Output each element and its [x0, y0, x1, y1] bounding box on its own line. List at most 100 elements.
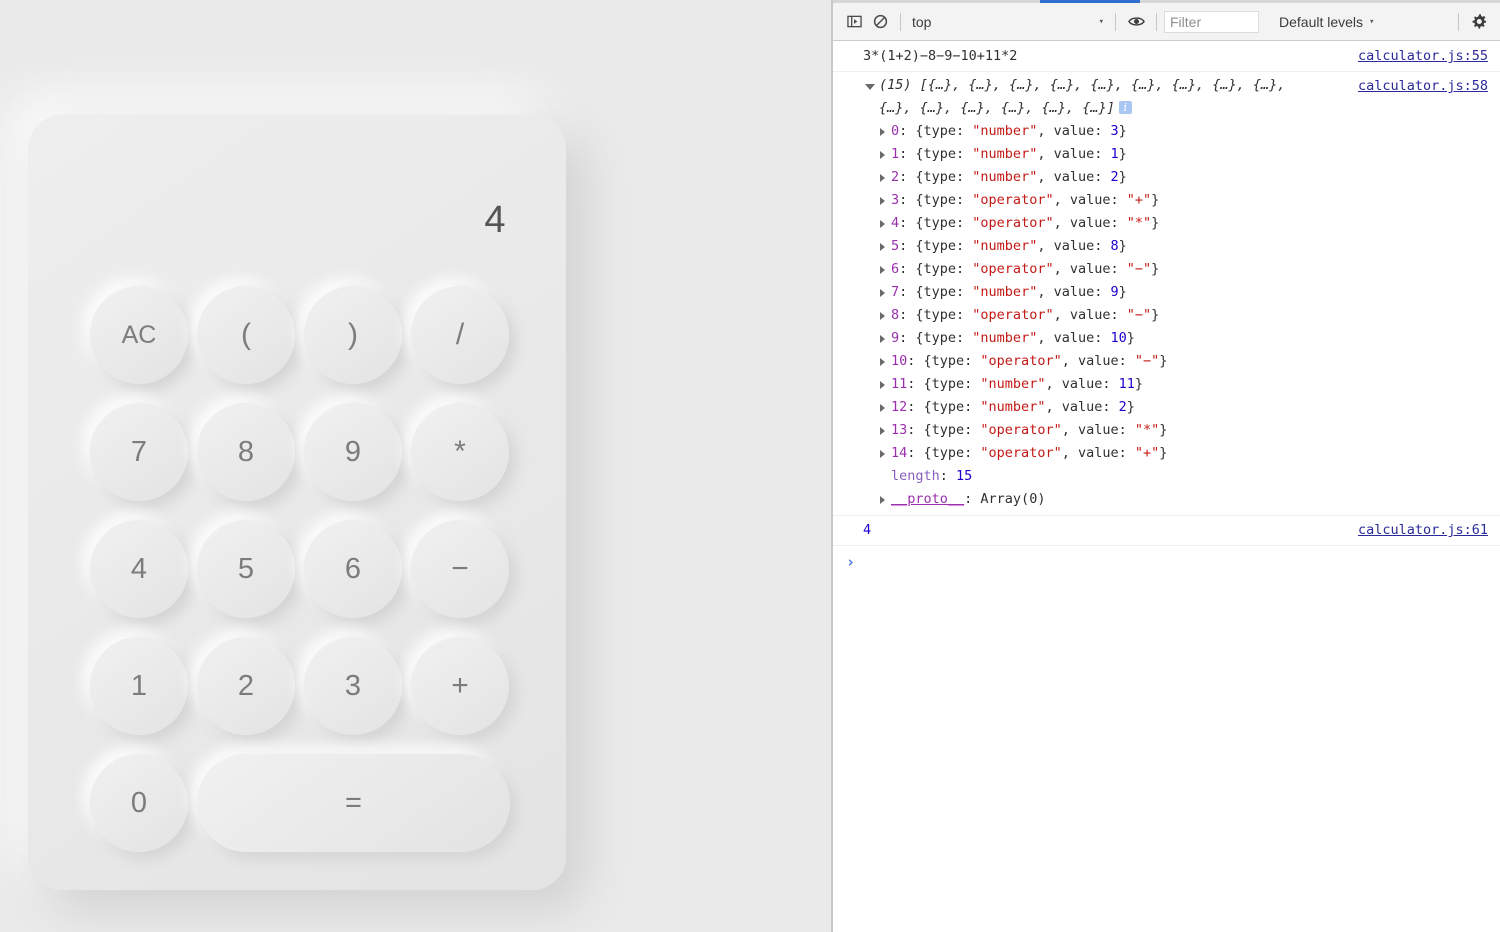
property-value: 10 [1110, 330, 1127, 346]
property-separator: , value: [1037, 238, 1111, 254]
property-brace: } [1118, 146, 1127, 162]
property-type-value: "operator" [980, 445, 1062, 461]
property-separator: : {type: [899, 123, 973, 139]
disclosure-triangle-icon[interactable] [880, 450, 885, 458]
key-6[interactable]: 6 [304, 520, 402, 618]
toolbar-divider-4 [1458, 12, 1459, 31]
console-messages: 3*(1+2)−8−9−10+11*2 calculator.js:55 cal… [833, 42, 1500, 932]
key-4[interactable]: 4 [90, 520, 188, 618]
sidebar-toggle-icon[interactable] [841, 9, 867, 35]
property-separator: : {type: [899, 146, 973, 162]
disclosure-triangle-icon[interactable] [880, 496, 885, 504]
property-brace: } [1134, 376, 1144, 392]
object-property-row: 1: {type: "number", value: 1} [833, 143, 1500, 166]
calculator-key-row: 4 5 6− [90, 517, 510, 621]
eye-icon[interactable] [1123, 9, 1149, 35]
key-ac[interactable]: AC [90, 286, 188, 384]
key-8[interactable]: 8 [197, 403, 295, 501]
property-separator: , value: [1053, 261, 1127, 277]
console-prompt[interactable]: › [833, 546, 1500, 576]
chevron-down-icon: ▾ [1369, 16, 1375, 27]
property-index: 14 [891, 445, 908, 461]
toolbar-divider-1 [900, 12, 901, 31]
key-close-paren[interactable]: ) [304, 286, 402, 384]
filter-input[interactable] [1164, 10, 1259, 33]
disclosure-triangle-icon[interactable] [880, 151, 885, 159]
key-9[interactable]: 9 [304, 403, 402, 501]
disclosure-triangle-icon[interactable] [880, 335, 885, 343]
execution-context-select[interactable]: top ▾ [908, 10, 1108, 34]
property-value: 1 [1110, 146, 1119, 162]
object-property-row: 12: {type: "number", value: 2} [833, 396, 1500, 419]
calculator-page: 4 AC()/ 7 8 9 * 4 5 6− 1 2 3 +0 = [0, 0, 831, 932]
disclosure-triangle-icon[interactable] [880, 427, 885, 435]
disclosure-triangle-icon[interactable] [880, 381, 885, 389]
toolbar-divider-2 [1115, 12, 1116, 31]
property-brace: } [1159, 422, 1168, 438]
property-separator: , value: [1037, 123, 1111, 139]
clear-console-icon[interactable] [867, 9, 893, 35]
object-property-row: 6: {type: "operator", value: "−"} [833, 258, 1500, 281]
object-summary[interactable]: (15) [{…}, {…}, {…}, {…}, {…}, {…}, {…},… [833, 74, 1500, 120]
property-separator: : {type: [899, 261, 973, 277]
console-source-link[interactable]: calculator.js:61 [1358, 519, 1488, 542]
disclosure-triangle-icon[interactable] [880, 174, 885, 182]
calculator-key-row: AC() / [90, 283, 510, 387]
disclosure-triangle-icon[interactable] [880, 197, 885, 205]
property-separator: , value: [1053, 215, 1127, 231]
object-property-row: 4: {type: "operator", value: "*"} [833, 212, 1500, 235]
key-add[interactable]: + [411, 637, 509, 735]
property-index: 2 [891, 169, 900, 185]
object-property-row: 7: {type: "number", value: 9} [833, 281, 1500, 304]
property-brace: } [1151, 307, 1160, 323]
property-index: 9 [891, 330, 900, 346]
key-subtract[interactable]: − [411, 520, 509, 618]
property-separator: : {type: [899, 238, 973, 254]
key-5[interactable]: 5 [197, 520, 295, 618]
execution-context-value: top [912, 13, 932, 30]
key-equals[interactable]: = [197, 754, 510, 852]
disclosure-triangle-icon[interactable] [880, 358, 885, 366]
console-result-value: 4 [863, 522, 872, 538]
property-brace: } [1151, 261, 1160, 277]
key-3[interactable]: 3 [304, 637, 402, 735]
property-index: 12 [891, 399, 908, 415]
property-separator: : {type: [907, 376, 981, 392]
key-0[interactable]: 0 [90, 754, 188, 852]
disclosure-triangle-icon[interactable] [880, 312, 885, 320]
property-index: 1 [891, 146, 900, 162]
object-summary-body: [{…}, {…}, {…}, {…}, {…}, {…}, {…}, {…},… [879, 77, 1286, 116]
property-separator: , value: [1061, 445, 1135, 461]
property-value: "*" [1126, 215, 1152, 231]
disclosure-triangle-icon[interactable] [880, 220, 885, 228]
property-index: 13 [891, 422, 908, 438]
property-value: "−" [1126, 261, 1152, 277]
key-divide[interactable]: / [411, 286, 509, 384]
log-levels-select[interactable]: Default levels ▾ [1279, 14, 1378, 30]
disclosure-triangle-icon[interactable] [880, 243, 885, 251]
property-value: 9 [1110, 284, 1119, 300]
property-separator: : {type: [899, 307, 973, 323]
info-badge-icon[interactable]: i [1118, 101, 1132, 114]
proto-separator: : [964, 491, 981, 507]
key-1[interactable]: 1 [90, 637, 188, 735]
console-message-result: 4 calculator.js:61 [833, 516, 1500, 546]
property-value: 2 [1118, 399, 1127, 415]
property-type-value: "operator" [972, 261, 1054, 277]
property-type-value: "number" [972, 238, 1038, 254]
disclosure-triangle-icon[interactable] [880, 128, 885, 136]
calculator-keypad: AC()/ 7 8 9 * 4 5 6− 1 2 3 +0 = [90, 283, 510, 868]
proto-value: Array(0) [980, 491, 1046, 507]
key-open-paren[interactable]: ( [197, 286, 295, 384]
property-value: 2 [1110, 169, 1119, 185]
gear-icon[interactable] [1466, 9, 1492, 35]
disclosure-triangle-icon[interactable] [880, 404, 885, 412]
disclosure-triangle-icon[interactable] [880, 289, 885, 297]
console-source-link[interactable]: calculator.js:55 [1358, 45, 1488, 68]
key-7[interactable]: 7 [90, 403, 188, 501]
property-separator: , value: [1053, 307, 1127, 323]
key-2[interactable]: 2 [197, 637, 295, 735]
disclosure-triangle-icon[interactable] [880, 266, 885, 274]
key-multiply[interactable]: * [411, 403, 509, 501]
property-type-value: "number" [972, 123, 1038, 139]
